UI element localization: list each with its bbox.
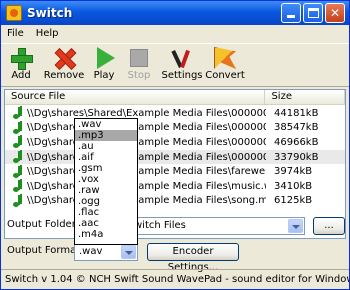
format-option[interactable]: .vox bbox=[75, 174, 137, 185]
output-folder-label: Output Folder bbox=[7, 219, 76, 230]
music-note-icon bbox=[13, 151, 23, 164]
format-option[interactable]: .flac bbox=[75, 207, 137, 218]
list-item[interactable]: \\Dg\shares\Shared\Example Media Files\m… bbox=[5, 179, 345, 194]
minimize-button[interactable] bbox=[281, 3, 301, 23]
remove-button[interactable]: Remove bbox=[41, 44, 87, 84]
browse-button[interactable]: ... bbox=[313, 217, 345, 235]
remove-icon bbox=[53, 47, 75, 69]
window-controls: ✕ bbox=[281, 3, 345, 23]
close-button[interactable]: ✕ bbox=[325, 3, 345, 23]
column-size[interactable]: Size bbox=[265, 90, 345, 105]
chevron-down-icon[interactable] bbox=[288, 219, 303, 233]
menu-file[interactable]: File bbox=[1, 28, 30, 39]
close-icon: ✕ bbox=[329, 6, 341, 20]
music-note-icon bbox=[13, 180, 23, 193]
play-button[interactable]: Play bbox=[87, 44, 121, 84]
list-item-selected[interactable]: \\Dg\shares\Shared\Example Media Files\0… bbox=[5, 149, 345, 165]
app-window: Switch ✕ File Help Add Remove Play Stop bbox=[0, 0, 350, 290]
output-format-combo[interactable]: .wav bbox=[74, 243, 138, 261]
source-path: \\Dg\shares\Shared\Example Media Files\0… bbox=[27, 136, 266, 148]
source-path: \\Dg\shares\Shared\Example Media Files\0… bbox=[27, 122, 266, 134]
menu-bar: File Help bbox=[1, 25, 349, 42]
source-path: \\Dg\shares\Shared\Example Media Files\f… bbox=[27, 166, 266, 178]
add-button[interactable]: Add bbox=[1, 44, 41, 84]
settings-label: Settings bbox=[161, 70, 203, 81]
source-path: \\Dg\shares\Shared\Example Media Files\m… bbox=[27, 180, 266, 192]
format-option[interactable]: .m4a bbox=[75, 229, 137, 240]
encoder-settings-button[interactable]: Encoder Settings... bbox=[147, 243, 239, 273]
format-option[interactable]: .ogg bbox=[75, 196, 137, 207]
convert-label: Convert bbox=[205, 70, 245, 81]
music-note-icon bbox=[13, 136, 23, 149]
menu-help[interactable]: Help bbox=[30, 28, 65, 39]
app-icon bbox=[6, 5, 22, 21]
file-size: 6125kB bbox=[274, 195, 313, 207]
stop-icon bbox=[130, 49, 148, 67]
chevron-down-icon[interactable] bbox=[121, 245, 136, 259]
file-size: 44181kB bbox=[274, 107, 319, 119]
convert-button[interactable]: Convert bbox=[203, 44, 247, 84]
file-size: 38547kB bbox=[274, 122, 319, 134]
list-item[interactable]: \\Dg\shares\Shared\Example Media Files\s… bbox=[5, 194, 345, 209]
file-size: 33790kB bbox=[274, 151, 319, 163]
toolbar: Add Remove Play Stop Settings Convert bbox=[1, 43, 349, 87]
stop-label: Stop bbox=[127, 70, 151, 81]
status-bar: Switch v 1.04 © NCH Swift Sound WavePad … bbox=[1, 269, 349, 289]
format-option[interactable]: .raw bbox=[75, 185, 137, 196]
title-bar[interactable]: Switch ✕ bbox=[1, 1, 349, 25]
source-path: \\Dg\shares\Shared\Example Media Files\0… bbox=[27, 151, 266, 163]
format-option[interactable]: .aif bbox=[75, 152, 137, 163]
list-item[interactable]: \\Dg\shares\Shared\Example Media Files\0… bbox=[5, 135, 345, 150]
window-title: Switch bbox=[27, 6, 73, 20]
add-label: Add bbox=[11, 70, 31, 81]
list-item[interactable]: \\Dg\shares\Shared\Example Media Files\0… bbox=[5, 121, 345, 136]
output-folder-combo[interactable]: witch Files bbox=[129, 217, 305, 235]
music-note-icon bbox=[13, 165, 23, 178]
music-note-icon bbox=[13, 107, 23, 120]
maximize-button[interactable] bbox=[303, 3, 323, 23]
maximize-icon bbox=[308, 8, 319, 18]
list-item[interactable]: \\Dg\shares\Shared\Example Media Files\f… bbox=[5, 164, 345, 179]
convert-icon bbox=[214, 47, 236, 69]
format-option[interactable]: .gsm bbox=[75, 163, 137, 174]
list-item[interactable]: \\Dg\shares\Shared\Example Media Files\0… bbox=[5, 106, 345, 121]
remove-label: Remove bbox=[43, 70, 85, 81]
settings-button[interactable]: Settings bbox=[161, 44, 203, 84]
format-dropdown-list[interactable]: .wav .mp3 .au .aif .gsm .vox .raw .ogg .… bbox=[74, 118, 138, 245]
source-path: \\Dg\shares\Shared\Example Media Files\0… bbox=[27, 107, 266, 119]
format-option-highlighted[interactable]: .mp3 bbox=[75, 130, 137, 141]
minimize-icon bbox=[287, 15, 295, 18]
file-size: 3974kB bbox=[274, 166, 313, 178]
file-size: 46966kB bbox=[274, 136, 319, 148]
add-icon bbox=[10, 47, 33, 70]
column-source-file[interactable]: Source File bbox=[5, 90, 266, 105]
play-label: Play bbox=[93, 70, 115, 81]
list-rows: \\Dg\shares\Shared\Example Media Files\0… bbox=[5, 106, 345, 208]
music-note-icon bbox=[13, 121, 23, 134]
file-size: 3410kB bbox=[274, 180, 313, 192]
format-option[interactable]: .wav bbox=[75, 119, 137, 130]
output-folder-value: witch Files bbox=[134, 220, 186, 231]
output-format-value: .wav bbox=[79, 246, 103, 257]
format-option[interactable]: .aac bbox=[75, 218, 137, 229]
output-format-label: Output Format bbox=[7, 245, 81, 256]
source-path: \\Dg\shares\Shared\Example Media Files\s… bbox=[27, 195, 266, 207]
format-option[interactable]: .au bbox=[75, 141, 137, 152]
stop-button[interactable]: Stop bbox=[121, 44, 157, 84]
settings-icon bbox=[171, 47, 193, 69]
music-note-icon bbox=[13, 194, 23, 207]
list-header: Source File Size bbox=[5, 90, 345, 105]
play-icon bbox=[97, 47, 115, 69]
